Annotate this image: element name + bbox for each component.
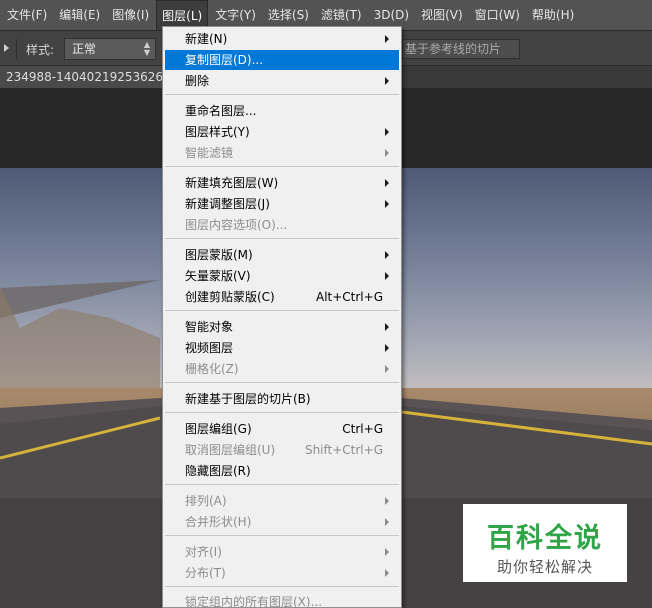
menu-item-label: 创建剪贴蒙版(C) [185, 290, 275, 304]
submenu-arrow-icon [385, 323, 389, 331]
style-select-value: 正常 [72, 42, 97, 56]
menu-item-label: 图层内容选项(O)... [185, 218, 288, 232]
menu-item-label: 删除 [185, 74, 210, 88]
menu-separator [165, 586, 399, 587]
menu-item-label: 图层蒙版(M) [185, 248, 253, 262]
menu-item-label: 排列(A) [185, 494, 227, 508]
style-label: 样式: [26, 43, 55, 57]
submenu-arrow-icon [385, 365, 389, 373]
watermark-title: 百科全说 [487, 523, 603, 554]
submenu-arrow-icon [385, 128, 389, 136]
menu-separator [165, 94, 399, 95]
options-divider [16, 39, 17, 59]
menu-item-label: 图层样式(Y) [185, 125, 250, 139]
updown-arrows-icon: ▲ ▼ [143, 40, 150, 57]
menu-help[interactable]: 帮助(H) [527, 0, 579, 30]
menu-item-label: 新建(N) [185, 32, 228, 46]
menu-item-label: 新建基于图层的切片(B) [185, 392, 311, 406]
menu-item-rename-layer[interactable]: 重命名图层... [165, 101, 399, 121]
menu-item-create-clipping-mask[interactable]: 创建剪贴蒙版(C) Alt+Ctrl+G [165, 287, 399, 307]
submenu-arrow-icon [385, 518, 389, 526]
menu-view[interactable]: 视图(V) [416, 0, 468, 30]
menu-separator [165, 310, 399, 311]
menu-item-new[interactable]: 新建(N) [165, 29, 399, 49]
menu-item-distribute: 分布(T) [165, 563, 399, 583]
menu-item-label: 分布(T) [185, 566, 226, 580]
submenu-arrow-icon [385, 497, 389, 505]
menu-item-label: 智能对象 [185, 320, 234, 334]
menu-item-new-layer-based-slice[interactable]: 新建基于图层的切片(B) [165, 389, 399, 409]
menu-item-label: 矢量蒙版(V) [185, 269, 251, 283]
menu-separator [165, 412, 399, 413]
menu-item-vector-mask[interactable]: 矢量蒙版(V) [165, 266, 399, 286]
menu-image[interactable]: 图像(I) [107, 0, 154, 30]
menu-window[interactable]: 窗口(W) [470, 0, 525, 30]
menu-item-delete[interactable]: 删除 [165, 71, 399, 91]
watermark-logo: 百科全说 助你轻松解决 [463, 504, 627, 582]
menu-item-lock-all-layers-in-group: 锁定组内的所有图层(X)... [165, 592, 399, 608]
submenu-arrow-icon [385, 251, 389, 259]
document-tab[interactable]: 234988-14040219253626.jpg [0, 66, 164, 88]
submenu-arrow-icon [385, 344, 389, 352]
submenu-arrow-icon [385, 200, 389, 208]
menu-item-rasterize: 栅格化(Z) [165, 359, 399, 379]
menu-item-layer-content-options: 图层内容选项(O)... [165, 215, 399, 235]
menu-item-smart-filter: 智能滤镜 [165, 143, 399, 163]
menu-item-shortcut: Ctrl+G [342, 422, 383, 436]
menu-item-label: 取消图层编组(U) [185, 443, 276, 457]
submenu-arrow-icon [385, 272, 389, 280]
style-select[interactable]: 正常 ▲ ▼ [64, 38, 156, 60]
menu-edit[interactable]: 编辑(E) [54, 0, 105, 30]
menu-item-label: 新建调整图层(J) [185, 197, 270, 211]
menu-item-video-layer[interactable]: 视频图层 [165, 338, 399, 358]
menu-item-label: 视频图层 [185, 341, 234, 355]
menu-item-label: 智能滤镜 [185, 146, 234, 160]
layer-menu-dropdown: 新建(N) 复制图层(D)... 删除 重命名图层... 图层样式(Y) 智能滤… [162, 26, 402, 608]
menu-item-label: 锁定组内的所有图层(X)... [185, 595, 323, 608]
menu-item-smart-object[interactable]: 智能对象 [165, 317, 399, 337]
submenu-arrow-icon [385, 179, 389, 187]
menu-item-shortcut: Alt+Ctrl+G [315, 290, 383, 304]
menu-item-label: 复制图层(D)... [185, 53, 264, 67]
menu-item-layer-mask[interactable]: 图层蒙版(M) [165, 245, 399, 265]
slices-from-guides-button[interactable]: 基于参考线的切片 [402, 39, 520, 59]
menu-item-duplicate-layer[interactable]: 复制图层(D)... [165, 50, 399, 70]
menu-item-label: 合并形状(H) [185, 515, 252, 529]
menu-item-new-adjustment-layer[interactable]: 新建调整图层(J) [165, 194, 399, 214]
submenu-arrow-icon [385, 35, 389, 43]
menu-item-label: 图层编组(G) [185, 422, 252, 436]
menu-separator [165, 484, 399, 485]
menu-separator [165, 166, 399, 167]
menu-item-label: 重命名图层... [185, 104, 257, 118]
submenu-arrow-icon [385, 149, 389, 157]
menu-item-ungroup-layers: 取消图层编组(U) Shift+Ctrl+G [165, 440, 399, 460]
watermark-subtitle: 助你轻松解决 [496, 558, 593, 576]
menu-item-shortcut: Shift+Ctrl+G [304, 443, 383, 457]
menu-item-group-layers[interactable]: 图层编组(G) Ctrl+G [165, 419, 399, 439]
submenu-arrow-icon [385, 77, 389, 85]
menu-item-layer-style[interactable]: 图层样式(Y) [165, 122, 399, 142]
menu-item-arrange: 排列(A) [165, 491, 399, 511]
submenu-arrow-icon [385, 548, 389, 556]
menu-separator [165, 238, 399, 239]
submenu-arrow-icon [385, 569, 389, 577]
menu-separator [165, 382, 399, 383]
menu-item-hide-layers[interactable]: 隐藏图层(R) [165, 461, 399, 481]
menu-item-align: 对齐(I) [165, 542, 399, 562]
menu-item-label: 新建填充图层(W) [185, 176, 279, 190]
menu-item-label: 栅格化(Z) [185, 362, 239, 376]
menu-item-label: 对齐(I) [185, 545, 222, 559]
menu-item-label: 隐藏图层(R) [185, 464, 251, 478]
menu-item-new-fill-layer[interactable]: 新建填充图层(W) [165, 173, 399, 193]
menu-separator [165, 535, 399, 536]
menu-item-combine-shapes: 合并形状(H) [165, 512, 399, 532]
menu-file[interactable]: 文件(F) [2, 0, 52, 30]
tool-preset-arrow-icon[interactable] [4, 44, 9, 52]
